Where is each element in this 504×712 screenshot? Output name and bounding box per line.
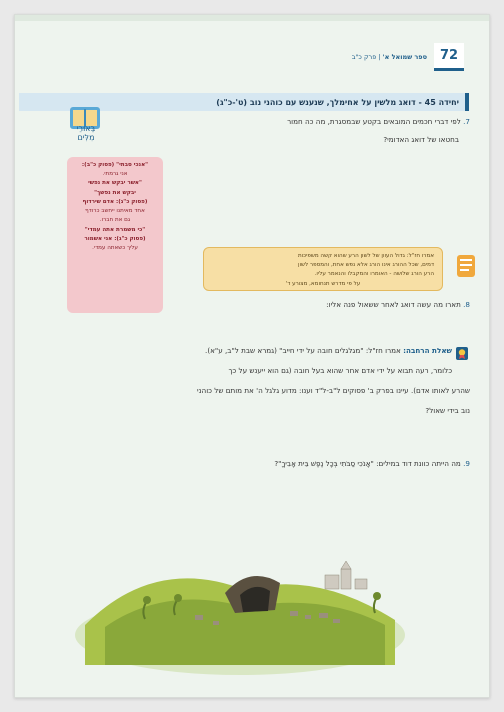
textbook-page: 72 ספר שמואל א' | פרק כ"ב יחידה 45 - דוא… [14, 14, 490, 698]
glossary-title: בֵּאוּרֵי מִלִּים [69, 124, 103, 143]
expansion-label: שאלת הרחבה: [403, 346, 452, 355]
question-8-text: תארו מה עשה דואג לאחר ששאול פנה אליו: [326, 300, 461, 309]
scroll-icon [457, 255, 475, 277]
page-number: 72 [434, 43, 464, 71]
nov-ruins-illustration [75, 560, 405, 675]
question-8: 8. תארו מה עשה דואג לאחר ששאול פנה אליו: [326, 298, 470, 312]
medal-icon [456, 347, 468, 360]
question-7-line1: לפי דברי חכמים המובאים בקטע שבמסגרת, מה … [287, 117, 461, 126]
gloss-term-1: "אנכי סבתי" (פסוק כ"ב): [81, 162, 149, 168]
question-7: 7. לפי דברי חכמים המובאים בקטע שבמסגרת, … [287, 115, 470, 129]
running-header: ספר שמואל א' | פרק כ"ב [351, 53, 427, 61]
chapter-name: פרק כ"ב [351, 53, 377, 61]
gloss-def-2a: (פסוק כ"ג): אדם שירדוף [82, 198, 148, 205]
quote-line3: הרע הורג שלושה - האומרו והמקבלו והנאמר ע… [314, 271, 434, 278]
quote-line1: אמרו חז"ל: גדול העוון של לשון הרע שהוא ק… [297, 253, 434, 259]
question-9-text: מה הייתה כוונת דוד במילים: "אָנֹכִי סַבֹ… [274, 459, 461, 468]
quote-line2: דמים, שכל ההורג אינו הורג אלא נפש אחת, ו… [297, 262, 434, 269]
top-strip [15, 15, 489, 21]
gloss-def-2c: גם את חברו. [99, 217, 131, 224]
gloss-term-3: "כי משמרת אתה עמדי" [84, 226, 146, 233]
chazal-quote-box: אמרו חז"ל: גדול העוון של לשון הרע שהוא ק… [203, 247, 443, 291]
gloss-def-3a: (פסוק כ"ג): אני אשמור [84, 235, 146, 242]
expansion-question-line1: שאלת הרחבה: אמרו חז"ל: "מגלגלים חובה על … [205, 344, 452, 358]
question-9: 9. מה הייתה כוונת דוד במילים: "אָנֹכִי ס… [274, 457, 470, 471]
glossary-box: "אנכי סבתי" (פסוק כ"ב): אני גרמתי. "אשר … [67, 157, 163, 313]
gloss-term-2a: "אשר יבקש את נפשי [88, 180, 142, 187]
quote-source: על פי מדרש תנחומא, מצורע ד' [285, 280, 361, 287]
question-7-line2: בחטאו של דואג האדומי? [383, 135, 459, 144]
gloss-def-3b: עליך כשאתה עמדי. [92, 244, 138, 251]
question-number: 9. [463, 459, 470, 468]
expansion-text-1: אמרו חז"ל: "מגלגלים חובה על ידי חייב" (ג… [205, 346, 401, 355]
expansion-question-line2: כלומר, רעה תבוא על ידי אדם אחר שהוא בעל … [228, 366, 452, 375]
question-number: 8. [463, 300, 470, 309]
expansion-question-line3: שהרע לאותו אדם). עיינו בפרק ב' פסוקים ל"… [197, 386, 470, 395]
gloss-term-2b: יבקש את נפשך" [94, 189, 136, 196]
book-name: ספר שמואל א' [382, 53, 427, 61]
question-number: 7. [463, 117, 470, 126]
glossary-title-line2: מִלִּים [77, 132, 95, 142]
gloss-def-1: אני גרמתי. [102, 171, 128, 178]
gloss-def-2b: אחד מאיתנו ייחשב כרודף [85, 208, 145, 215]
expansion-question-line4: נוב בידי שאול? [425, 406, 470, 415]
